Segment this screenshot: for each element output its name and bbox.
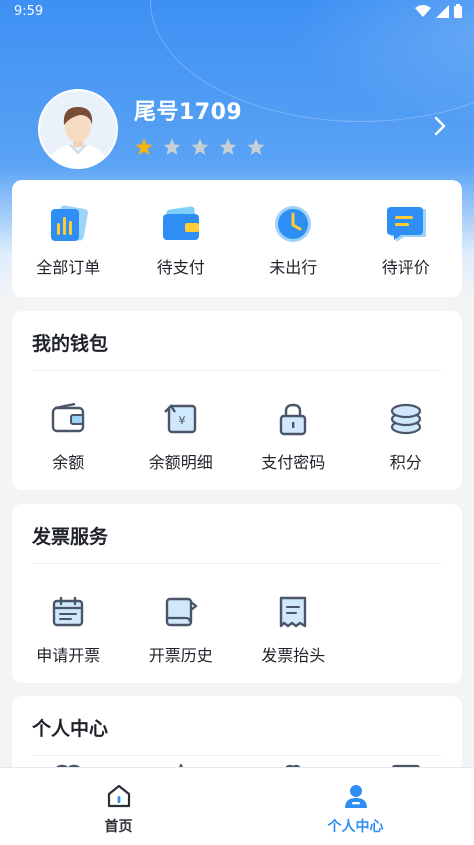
wallet-card-icon bbox=[162, 206, 199, 240]
apply-invoice-button[interactable]: 申请开票 bbox=[12, 592, 125, 666]
bottom-tab-bar: 首页 个人中心 bbox=[0, 767, 474, 845]
comment-icon bbox=[386, 207, 426, 242]
balance-label: 余额 bbox=[52, 453, 85, 472]
avatar[interactable] bbox=[38, 89, 118, 169]
invoice-header-button[interactable]: 发票抬头 bbox=[237, 592, 350, 666]
payment-password-label: 支付密码 bbox=[261, 453, 326, 472]
calendar-icon bbox=[53, 596, 84, 627]
chevron-right-icon[interactable] bbox=[432, 115, 448, 137]
payment-password-button[interactable]: 支付密码 bbox=[237, 399, 350, 473]
not-traveled-label: 未出行 bbox=[269, 258, 318, 277]
all-orders-button[interactable]: 全部订单 bbox=[12, 204, 125, 278]
divider bbox=[32, 755, 442, 756]
coins-icon bbox=[390, 403, 421, 435]
invoice-header-label: 发票抬头 bbox=[261, 646, 326, 665]
home-icon bbox=[107, 784, 130, 808]
tab-personal-center[interactable]: 个人中心 bbox=[237, 768, 474, 845]
balance-detail-label: 余额明细 bbox=[148, 453, 213, 472]
svg-text:¥: ¥ bbox=[178, 414, 185, 427]
star-icon bbox=[247, 138, 265, 155]
pending-review-button[interactable]: 待评价 bbox=[350, 204, 463, 278]
tab-personal-center-label: 个人中心 bbox=[327, 819, 384, 835]
rating-stars bbox=[134, 137, 266, 157]
invoice-history-icon bbox=[165, 597, 198, 627]
status-bar: 9:59 bbox=[0, 0, 474, 24]
invoice-card: 发票服务 申请开票 开票历史 发票抬头 bbox=[12, 504, 462, 683]
balance-button[interactable]: 余额 bbox=[12, 399, 125, 473]
invoice-history-button[interactable]: 开票历史 bbox=[125, 592, 238, 666]
invoice-title: 发票服务 bbox=[32, 526, 109, 548]
apply-invoice-label: 申请开票 bbox=[36, 646, 101, 665]
personal-center-title: 个人中心 bbox=[32, 718, 109, 740]
star-icon bbox=[219, 138, 237, 155]
profile-header[interactable]: 尾号1709 bbox=[38, 89, 448, 169]
points-button[interactable]: 积分 bbox=[350, 399, 463, 473]
clock-icon bbox=[275, 206, 312, 242]
wallet-card: 我的钱包 余额 ¥ 余额明细 支付密码 积分 bbox=[12, 311, 462, 490]
lock-icon bbox=[280, 403, 307, 436]
star-icon bbox=[135, 138, 153, 155]
receipt-icon bbox=[280, 596, 307, 628]
divider bbox=[32, 563, 442, 564]
star-icon bbox=[191, 138, 209, 155]
not-traveled-button[interactable]: 未出行 bbox=[237, 204, 350, 278]
star-icon bbox=[163, 138, 181, 155]
tab-home-label: 首页 bbox=[104, 819, 133, 835]
divider bbox=[32, 370, 442, 371]
all-orders-label: 全部订单 bbox=[36, 258, 101, 277]
avatar-person-icon bbox=[40, 91, 116, 167]
pending-payment-button[interactable]: 待支付 bbox=[125, 204, 238, 278]
orders-card: 全部订单 待支付 未出行 待评价 bbox=[12, 180, 462, 297]
points-label: 积分 bbox=[389, 453, 422, 472]
all-orders-icon bbox=[51, 205, 89, 241]
balance-detail-button[interactable]: ¥ 余额明细 bbox=[125, 399, 238, 473]
wifi-icon bbox=[415, 4, 431, 17]
signal-icon bbox=[436, 4, 449, 18]
balance-detail-icon: ¥ bbox=[163, 404, 196, 434]
battery-icon bbox=[454, 4, 462, 18]
tab-home[interactable]: 首页 bbox=[0, 768, 237, 845]
user-name: 尾号1709 bbox=[134, 100, 243, 125]
pending-payment-label: 待支付 bbox=[156, 258, 205, 277]
wallet-icon bbox=[52, 403, 85, 433]
status-time: 9:59 bbox=[14, 4, 44, 19]
user-icon bbox=[344, 785, 367, 808]
wallet-title: 我的钱包 bbox=[32, 333, 109, 355]
pending-review-label: 待评价 bbox=[381, 258, 430, 277]
invoice-history-label: 开票历史 bbox=[148, 646, 213, 665]
